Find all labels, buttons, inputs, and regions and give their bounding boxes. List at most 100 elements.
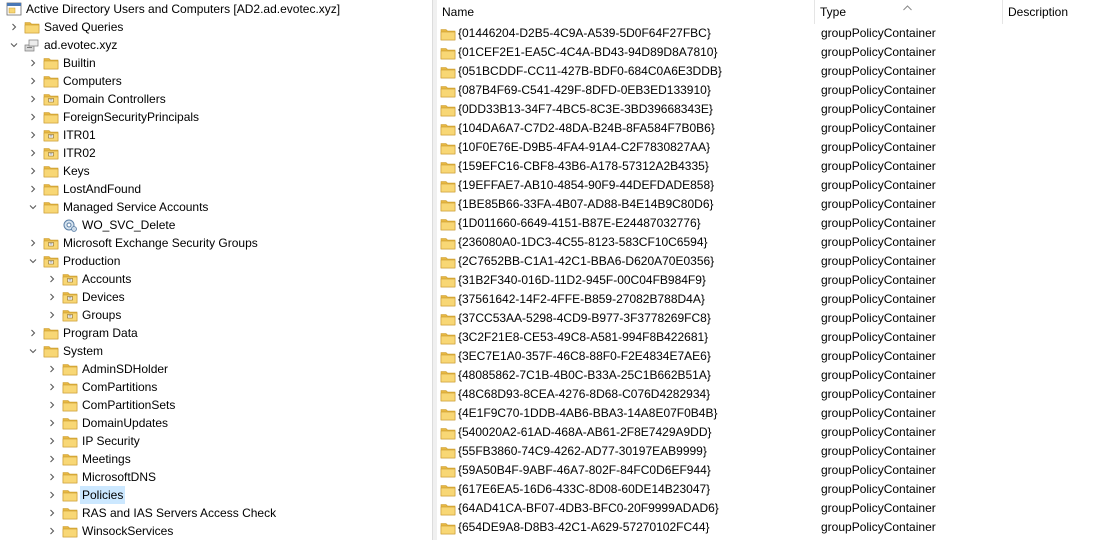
tree-item-computers[interactable]: Computers [0, 72, 432, 90]
tree-item-label: RAS and IAS Servers Access Check [82, 506, 277, 520]
chevron-right-icon[interactable] [27, 180, 39, 198]
list-item[interactable]: {55FB3860-74C9-4262-AD77-30197EAB9999} gr… [437, 442, 1113, 461]
list-item[interactable]: {540020A2-61AD-468A-AB61-2F8E7429A9DD} gr… [437, 423, 1113, 442]
list-item[interactable]: {64AD41CA-BF07-4DB3-BFC0-20F9999ADAD6} gr… [437, 499, 1113, 518]
tree-item-keys[interactable]: Keys [0, 162, 432, 180]
ou-folder-icon [43, 235, 59, 251]
list-item[interactable]: {01446204-D2B5-4C9A-A539-5D0F64F27FBC} gr… [437, 24, 1113, 43]
column-divider[interactable] [814, 0, 815, 24]
list-item[interactable]: {48085862-7C1B-4B0C-B33A-25C1B662B51A} gr… [437, 366, 1113, 385]
tree-item-label: Computers [63, 74, 122, 88]
console-tree-pane[interactable]: Active Directory Users and Computers [AD… [0, 0, 432, 540]
folder-icon [440, 501, 456, 517]
item-name: {55FB3860-74C9-4262-AD77-30197EAB9999} [458, 444, 707, 458]
list-item[interactable]: {3C2F21E8-CE53-49C8-A581-994F8B422681} gr… [437, 328, 1113, 347]
chevron-right-icon[interactable] [46, 468, 58, 486]
item-type: groupPolicyContainer [821, 330, 936, 344]
list-item[interactable]: {236080A0-1DC3-4C55-8123-583CF10C6594} gr… [437, 233, 1113, 252]
tree-item-system[interactable]: System [0, 342, 432, 360]
tree-item-wo-svc-delete[interactable]: WO_SVC_Delete [0, 216, 432, 234]
list-item[interactable]: {48C68D93-8CEA-4276-8D68-C076D4282934} gr… [437, 385, 1113, 404]
chevron-right-icon[interactable] [8, 18, 20, 36]
chevron-right-icon[interactable] [46, 378, 58, 396]
column-header-description[interactable]: Description [1003, 0, 1113, 24]
tree-item-saved-queries[interactable]: Saved Queries [0, 18, 432, 36]
chevron-right-icon[interactable] [27, 90, 39, 108]
tree-item-itr01[interactable]: ITR01 [0, 126, 432, 144]
tree-item-compartitionsets[interactable]: ComPartitionSets [0, 396, 432, 414]
chevron-right-icon[interactable] [46, 432, 58, 450]
list-item[interactable]: {3EC7E1A0-357F-46C8-88F0-F2E4834E7AE6} gr… [437, 347, 1113, 366]
tree-item-ad-evotec-xyz[interactable]: ad.evotec.xyz [0, 36, 432, 54]
chevron-right-icon[interactable] [27, 324, 39, 342]
list-item[interactable]: {19EFFAE7-AB10-4854-90F9-44DEFDADE858} gr… [437, 176, 1113, 195]
tree-item-program-data[interactable]: Program Data [0, 324, 432, 342]
chevron-right-icon[interactable] [27, 108, 39, 126]
tree-item-winsockservices[interactable]: WinsockServices [0, 522, 432, 540]
tree-item-meetings[interactable]: Meetings [0, 450, 432, 468]
chevron-down-icon[interactable] [27, 252, 39, 270]
chevron-right-icon[interactable] [46, 288, 58, 306]
chevron-right-icon[interactable] [46, 270, 58, 288]
chevron-right-icon[interactable] [27, 72, 39, 90]
tree-item-compartitions[interactable]: ComPartitions [0, 378, 432, 396]
list-item[interactable]: {1D011660-6649-4151-B87E-E24487032776} gr… [437, 214, 1113, 233]
chevron-down-icon[interactable] [27, 342, 39, 360]
chevron-right-icon[interactable] [27, 162, 39, 180]
chevron-right-icon[interactable] [46, 360, 58, 378]
details-list-pane[interactable]: Name Type Description {01446204-D2B5-4C9A-… [437, 0, 1113, 540]
tree-item-adminsdholder[interactable]: AdminSDHolder [0, 360, 432, 378]
folder-icon [43, 325, 59, 341]
list-item[interactable]: {37561642-14F2-4FFE-B859-27082B788D4A} gr… [437, 290, 1113, 309]
column-divider[interactable] [1002, 0, 1003, 24]
chevron-down-icon[interactable] [8, 36, 20, 54]
list-item[interactable]: {4E1F9C70-1DDB-4AB6-BBA3-14A8E07F0B4B} gr… [437, 404, 1113, 423]
list-item[interactable]: {59A50B4F-9ABF-46A7-802F-84FC0D6EF944} gr… [437, 461, 1113, 480]
chevron-right-icon[interactable] [27, 234, 39, 252]
chevron-right-icon[interactable] [46, 486, 58, 504]
ou-folder-icon [43, 253, 59, 269]
list-item[interactable]: {2C7652BB-C1A1-42C1-BBA6-D620A70E0356} gr… [437, 252, 1113, 271]
tree-root[interactable]: Active Directory Users and Computers [AD… [0, 0, 432, 18]
list-item[interactable]: {051BCDDF-CC11-427B-BDF0-684C0A6E3DDB} gr… [437, 62, 1113, 81]
tree-item-ras-and-ias-servers-access-check[interactable]: RAS and IAS Servers Access Check [0, 504, 432, 522]
tree-item-managed-service-accounts[interactable]: Managed Service Accounts [0, 198, 432, 216]
list-item[interactable]: {159EFC16-CBF8-43B6-A178-57312A2B4335} gr… [437, 157, 1113, 176]
list-item[interactable]: {087B4F69-C541-429F-8DFD-0EB3ED133910} gr… [437, 81, 1113, 100]
list-item[interactable]: {0DD33B13-34F7-4BC5-8C3E-3BD39668343E} gr… [437, 100, 1113, 119]
chevron-right-icon[interactable] [46, 522, 58, 540]
list-item[interactable]: {10F0E76E-D9B5-4FA4-91A4-C2F7830827AA} gr… [437, 138, 1113, 157]
chevron-right-icon[interactable] [46, 306, 58, 324]
list-item[interactable]: {31B2F340-016D-11D2-945F-00C04FB984F9} gr… [437, 271, 1113, 290]
tree-item-groups[interactable]: Groups [0, 306, 432, 324]
tree-item-domainupdates[interactable]: DomainUpdates [0, 414, 432, 432]
tree-item-production[interactable]: Production [0, 252, 432, 270]
list-item[interactable]: {617E6EA5-16D6-433C-8D08-60DE14B23047} gr… [437, 480, 1113, 499]
tree-item-builtin[interactable]: Builtin [0, 54, 432, 72]
tree-item-microsoftdns[interactable]: MicrosoftDNS [0, 468, 432, 486]
chevron-down-icon[interactable] [27, 198, 39, 216]
folder-icon [440, 311, 456, 327]
tree-item-devices[interactable]: Devices [0, 288, 432, 306]
list-item[interactable]: {104DA6A7-C7D2-48DA-B24B-8FA584F7B0B6} gr… [437, 119, 1113, 138]
chevron-right-icon[interactable] [46, 504, 58, 522]
list-item[interactable]: {654DE9A8-D8B3-42C1-A629-57270102FC44} gr… [437, 518, 1113, 537]
tree-item-ip-security[interactable]: IP Security [0, 432, 432, 450]
tree-item-foreignsecurityprincipals[interactable]: ForeignSecurityPrincipals [0, 108, 432, 126]
chevron-right-icon[interactable] [46, 450, 58, 468]
chevron-right-icon[interactable] [27, 54, 39, 72]
chevron-right-icon[interactable] [27, 144, 39, 162]
list-item[interactable]: {1BE85B66-33FA-4B07-AD88-B4E14B9C80D6} gr… [437, 195, 1113, 214]
tree-item-accounts[interactable]: Accounts [0, 270, 432, 288]
list-item[interactable]: {37CC53AA-5298-4CD9-B977-3F3778269FC8} gr… [437, 309, 1113, 328]
tree-item-domain-controllers[interactable]: Domain Controllers [0, 90, 432, 108]
chevron-right-icon[interactable] [27, 126, 39, 144]
chevron-right-icon[interactable] [46, 414, 58, 432]
list-item[interactable]: {01CEF2E1-EA5C-4C4A-BD43-94D89D8A7810} gr… [437, 43, 1113, 62]
column-header-name[interactable]: Name [437, 0, 815, 24]
tree-item-policies[interactable]: Policies [0, 486, 432, 504]
tree-item-microsoft-exchange-security-groups[interactable]: Microsoft Exchange Security Groups [0, 234, 432, 252]
chevron-right-icon[interactable] [46, 396, 58, 414]
tree-item-lostandfound[interactable]: LostAndFound [0, 180, 432, 198]
tree-item-itr02[interactable]: ITR02 [0, 144, 432, 162]
